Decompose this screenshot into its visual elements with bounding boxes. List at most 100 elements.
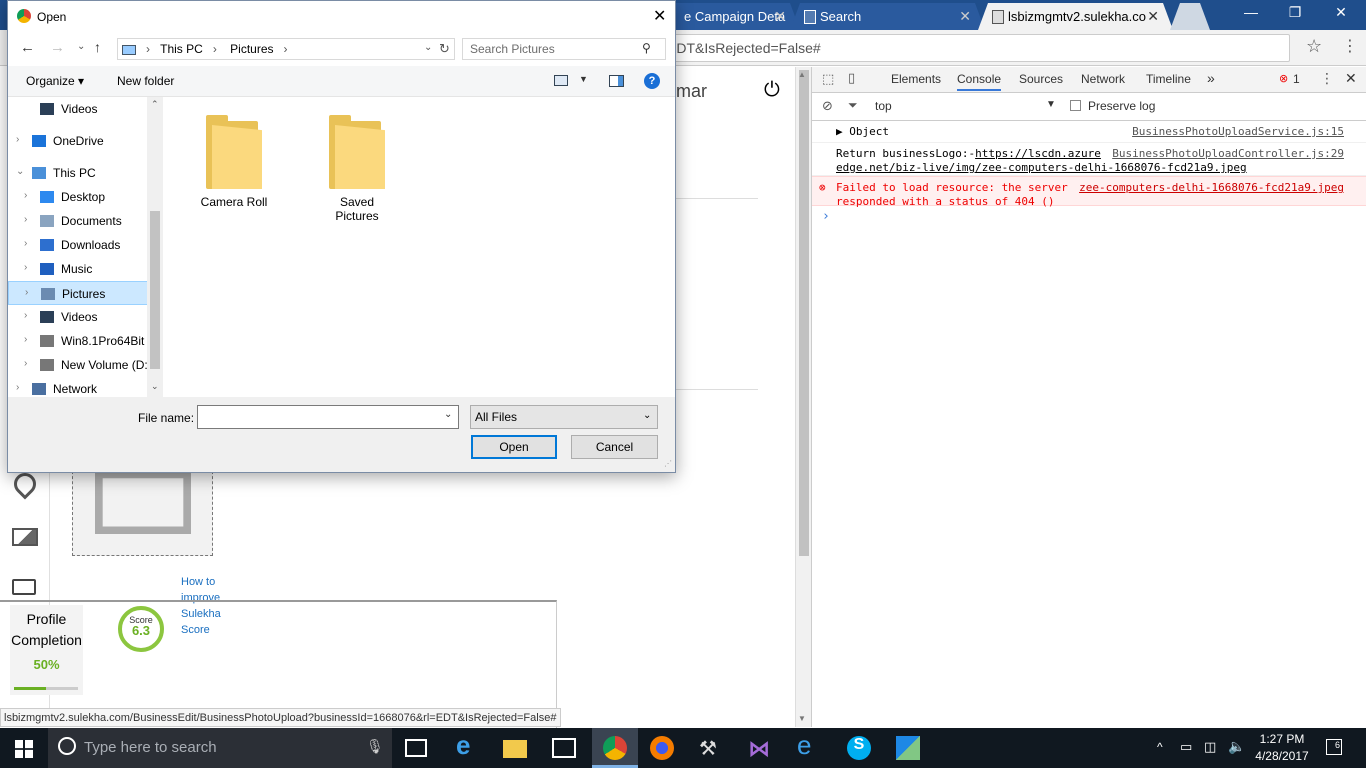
internet-explorer-icon[interactable]: e <box>797 730 821 760</box>
taskbar-search[interactable]: Type here to search 🎙 <box>48 728 392 768</box>
new-folder-button[interactable]: New folder <box>117 74 174 88</box>
preserve-log-checkbox[interactable] <box>1070 100 1081 111</box>
tree-item[interactable]: › Downloads <box>8 233 148 257</box>
battery-icon[interactable]: ▭ <box>1180 739 1192 755</box>
search-icon[interactable]: ⚲ <box>642 41 651 55</box>
scroll-up-icon[interactable]: ⌃ <box>151 99 159 110</box>
folder-saved-pictures[interactable]: Saved Pictures <box>317 115 397 223</box>
power-icon[interactable]: ⏻ <box>764 79 780 102</box>
tree-scrollbar-thumb[interactable] <box>150 211 160 369</box>
scroll-up-icon[interactable]: ▲ <box>798 70 806 79</box>
task-view-icon[interactable] <box>405 739 427 757</box>
tab-elements[interactable]: Elements <box>891 72 941 86</box>
file-name-input[interactable] <box>197 405 459 429</box>
open-button[interactable]: Open <box>471 435 557 459</box>
store-icon[interactable] <box>552 738 576 758</box>
close-icon[interactable]: ✕ <box>1147 8 1159 25</box>
chevron-down-icon[interactable]: ▼ <box>1046 99 1056 110</box>
page-scrollbar-thumb[interactable] <box>799 70 809 556</box>
console-error[interactable]: ⊗ Failed to load resource: the server re… <box>812 176 1366 208</box>
browser-tab-campaign[interactable]: e Campaign Deta ✕ <box>660 3 800 30</box>
chevron-right-icon[interactable]: › <box>16 382 19 393</box>
console-source-link[interactable]: BusinessPhotoUploadController.js:29 <box>1112 147 1344 161</box>
volume-icon[interactable]: 🔈 <box>1228 738 1245 755</box>
more-tabs-icon[interactable]: » <box>1207 70 1215 86</box>
tab-sources[interactable]: Sources <box>1019 72 1063 86</box>
tree-item[interactable]: Videos <box>8 97 148 121</box>
console-prompt[interactable]: › <box>812 206 1366 228</box>
device-mode-icon[interactable]: ▯ <box>848 70 855 86</box>
up-icon[interactable]: ↑ <box>94 39 101 55</box>
photo-upload-area[interactable] <box>72 471 213 556</box>
context-selector[interactable]: top <box>875 99 892 113</box>
minimize-icon[interactable]: — <box>1228 4 1274 20</box>
scroll-down-icon[interactable]: ▼ <box>798 714 806 723</box>
chevron-down-icon[interactable]: ⌄ <box>77 41 85 52</box>
chevron-right-icon[interactable]: › <box>24 334 27 345</box>
path-bar[interactable]: › This PC › Pictures › ⌄ ↻ <box>117 38 455 60</box>
file-explorer-icon[interactable] <box>503 740 527 758</box>
visual-studio-icon[interactable]: ⋈ <box>748 736 772 761</box>
clock[interactable]: 1:27 PM 4/28/2017 <box>1250 731 1314 765</box>
firefox-icon[interactable] <box>650 736 674 760</box>
refresh-icon[interactable]: ↻ <box>439 41 450 57</box>
chrome-taskbar-button[interactable] <box>592 728 638 768</box>
chevron-up-icon[interactable]: ^ <box>1157 740 1163 754</box>
console-link[interactable]: edge.net/biz-live/img/zee-computers-delh… <box>836 161 1360 175</box>
skype-icon[interactable]: S <box>847 736 871 760</box>
browser-tab-search[interactable]: Search ✕ <box>790 3 985 30</box>
tree-item[interactable]: › Pictures <box>8 281 148 305</box>
app-icon[interactable] <box>896 736 920 760</box>
new-tab-button[interactable] <box>1170 3 1210 30</box>
breadcrumb-pictures[interactable]: Pictures <box>230 42 273 56</box>
resize-grip-icon[interactable]: ⋰ <box>664 459 672 468</box>
help-icon[interactable]: ? <box>644 73 660 89</box>
view-icon[interactable] <box>554 75 568 86</box>
browser-tab-sulekha[interactable]: lsbizmgmtv2.sulekha.co ✕ <box>978 3 1173 30</box>
tab-console[interactable]: Console <box>957 72 1002 91</box>
search-input[interactable]: Search Pictures <box>462 38 666 60</box>
chevron-right-icon[interactable]: › <box>24 238 27 249</box>
chevron-right-icon[interactable]: › <box>25 287 28 298</box>
close-icon[interactable]: ✕ <box>1318 4 1364 21</box>
cancel-button[interactable]: Cancel <box>571 435 658 459</box>
restore-icon[interactable]: ❐ <box>1272 4 1318 21</box>
chevron-down-icon[interactable]: ⌄ <box>16 166 24 177</box>
chevron-right-icon[interactable]: › <box>24 310 27 321</box>
image-icon[interactable] <box>12 528 38 546</box>
console-source-link[interactable]: zee-computers-delhi-1668076-fcd21a9.jpeg <box>1079 181 1344 195</box>
tree-item[interactable]: › Desktop <box>8 185 148 209</box>
tree-item[interactable]: › Videos <box>8 305 148 329</box>
close-icon[interactable]: ✕ <box>653 6 666 26</box>
close-icon[interactable]: ✕ <box>959 8 971 25</box>
back-icon[interactable]: ← <box>20 39 35 56</box>
tree-item[interactable]: › OneDrive <box>8 129 148 153</box>
close-icon[interactable]: ✕ <box>1345 70 1357 87</box>
action-center-icon[interactable]: 6 <box>1326 739 1342 755</box>
tree-item[interactable]: › Documents <box>8 209 148 233</box>
tree-item[interactable]: › Win8.1Pro64Bit ( <box>8 329 152 353</box>
folder-camera-roll[interactable]: Camera Roll <box>194 115 274 209</box>
inspect-icon[interactable]: ⬚ <box>822 71 834 87</box>
microphone-icon[interactable]: 🎙 <box>366 738 384 755</box>
scroll-down-icon[interactable]: ⌄ <box>151 381 159 392</box>
tools-icon[interactable]: ⚒ <box>699 736 723 760</box>
windows-start-icon[interactable] <box>15 740 33 758</box>
tree-item[interactable]: › Network <box>8 377 148 397</box>
devtools-menu-icon[interactable]: ⋮ <box>1320 70 1334 87</box>
chevron-right-icon[interactable]: › <box>24 262 27 273</box>
console-link[interactable]: https://lscdn.azure <box>975 147 1101 160</box>
chevron-right-icon[interactable]: › <box>24 214 27 225</box>
tab-network[interactable]: Network <box>1081 72 1125 86</box>
edge-icon[interactable]: e <box>456 730 480 760</box>
chevron-right-icon[interactable]: › <box>24 358 27 369</box>
console-message[interactable]: ▶ Object BusinessPhotoUploadService.js:1… <box>812 121 1366 143</box>
console-source-link[interactable]: BusinessPhotoUploadService.js:15 <box>1132 125 1344 139</box>
bookmark-star-icon[interactable]: ☆ <box>1306 36 1322 57</box>
tree-item[interactable]: ⌄ This PC <box>8 161 148 185</box>
breadcrumb-this-pc[interactable]: This PC <box>160 42 203 56</box>
preview-pane-icon[interactable] <box>609 75 624 87</box>
tree-item[interactable]: › New Volume (D: <box>8 353 148 377</box>
video-icon[interactable] <box>12 579 36 595</box>
menu-icon[interactable]: ⋮ <box>1342 36 1358 56</box>
